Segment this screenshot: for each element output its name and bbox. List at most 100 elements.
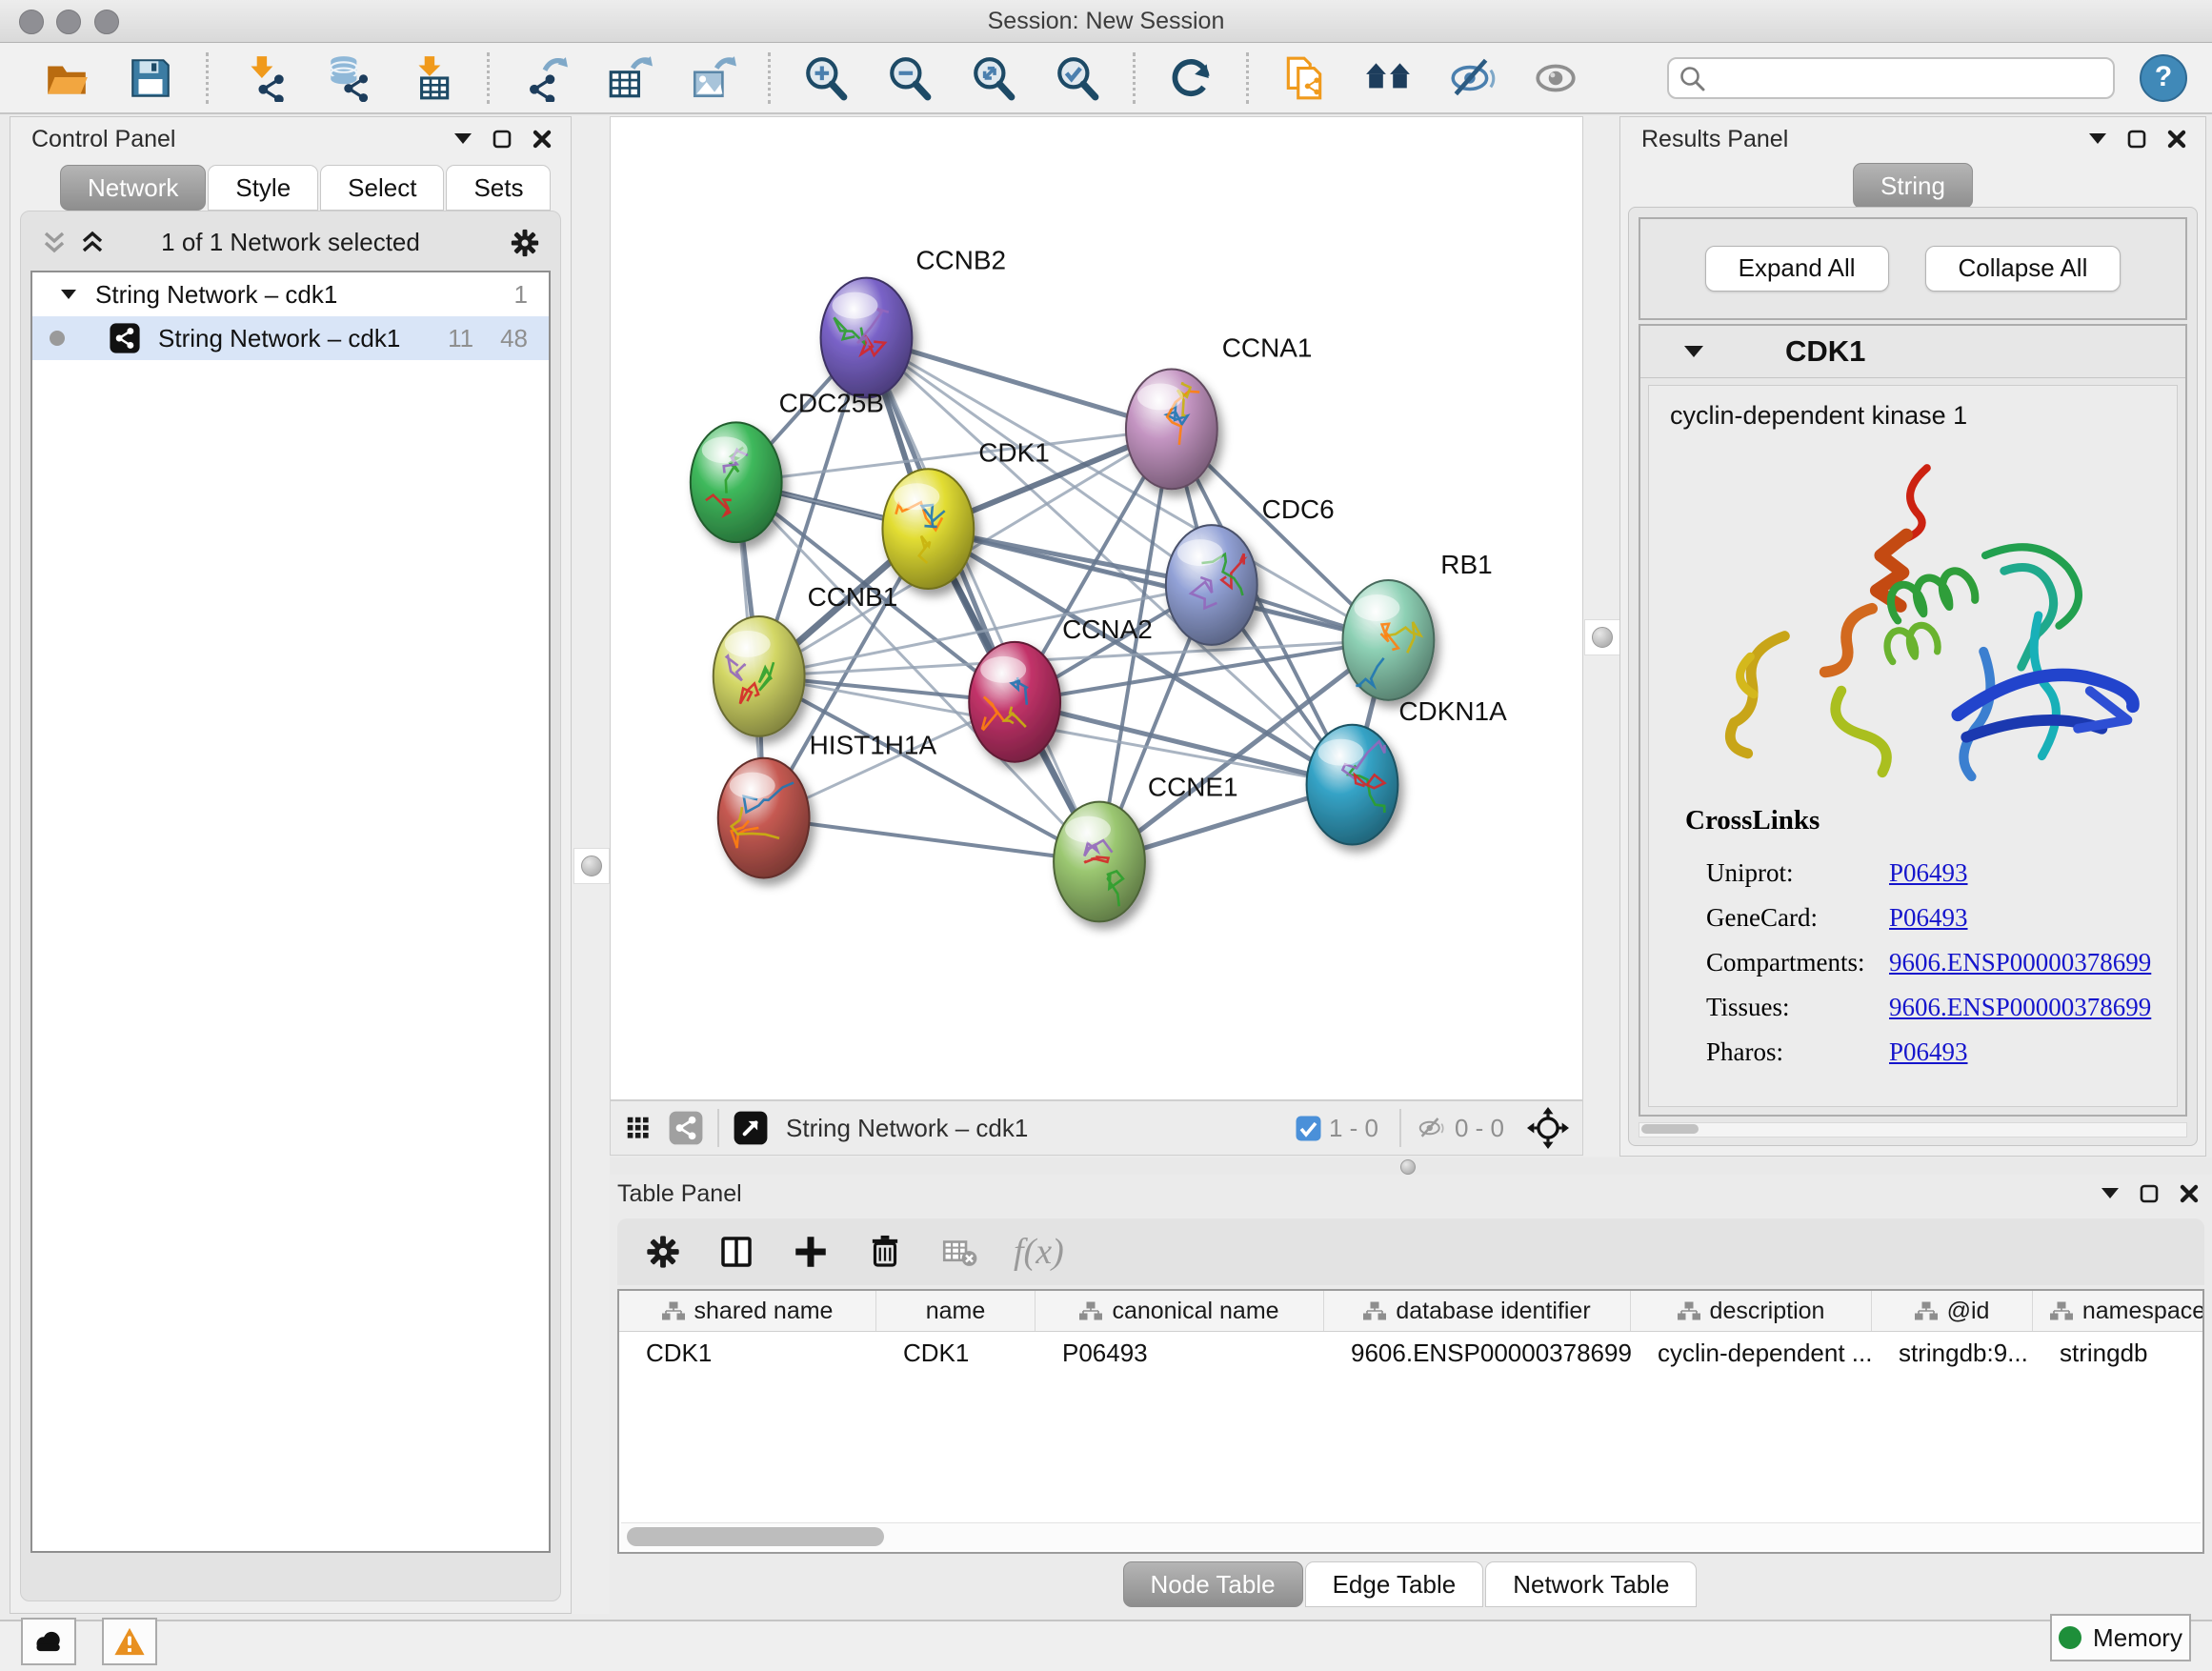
network-badge-icon[interactable] [668, 1110, 704, 1146]
network-node[interactable] [1054, 802, 1145, 922]
panel-close-icon[interactable] [2180, 1184, 2199, 1203]
panel-close-icon[interactable] [533, 130, 552, 149]
table-row[interactable]: CDK1CDK1P064939606.ENSP00000378699cyclin… [619, 1332, 2202, 1374]
open-in-window-icon[interactable] [733, 1110, 769, 1146]
network-node[interactable] [714, 616, 805, 736]
network-canvas[interactable]: CCNB2CCNA1CDC25BCDK1CDC6RB1CCNB1CCNA2CDK… [610, 116, 1583, 1100]
birds-eye-view-icon[interactable] [624, 1114, 653, 1142]
open-session-icon[interactable] [43, 54, 90, 102]
apply-layout-icon[interactable] [1167, 54, 1215, 102]
network-edge[interactable] [764, 818, 1099, 862]
table-cell[interactable]: CDK1 [876, 1332, 1036, 1374]
crosslink-link[interactable]: 9606.ENSP00000378699 [1889, 948, 2151, 977]
clone-network-icon[interactable] [1280, 54, 1328, 102]
export-network-icon[interactable] [521, 54, 569, 102]
show-all-icon[interactable] [1532, 54, 1579, 102]
tab-node-table[interactable]: Node Table [1123, 1561, 1303, 1607]
help-button[interactable]: ? [2140, 54, 2187, 102]
tab-network[interactable]: Network [60, 165, 206, 211]
network-node[interactable] [1126, 369, 1217, 489]
table-cell[interactable]: stringdb [2033, 1332, 2204, 1374]
panel-collapse-icon[interactable] [2101, 1188, 2119, 1199]
table-cell[interactable]: P06493 [1036, 1332, 1324, 1374]
tab-style[interactable]: Style [208, 165, 318, 211]
table-horizontal-scrollbar[interactable] [621, 1522, 2201, 1550]
column-header-database-identifier[interactable]: database identifier [1324, 1291, 1631, 1331]
network-node[interactable] [691, 422, 782, 542]
results-scrollbar[interactable] [1639, 1122, 2187, 1137]
column-header-namespace[interactable]: namespace [2033, 1291, 2204, 1331]
tab-network-table[interactable]: Network Table [1485, 1561, 1697, 1607]
left-splitter-handle[interactable] [573, 848, 610, 884]
table-cell[interactable]: stringdb:9... [1872, 1332, 2033, 1374]
network-node[interactable] [1307, 725, 1398, 845]
bottom-splitter[interactable] [610, 1158, 2212, 1175]
panel-float-icon[interactable] [2127, 130, 2146, 149]
zoom-out-icon[interactable] [886, 54, 934, 102]
right-splitter-handle[interactable] [1584, 619, 1620, 655]
network-node[interactable] [1343, 580, 1435, 700]
memory-button[interactable]: Memory [2050, 1614, 2191, 1661]
import-network-icon[interactable] [240, 54, 288, 102]
create-column-icon[interactable] [791, 1232, 831, 1272]
column-header-canonical-name[interactable]: canonical name [1036, 1291, 1324, 1331]
column-header-name[interactable]: name [876, 1291, 1036, 1331]
expand-all-button[interactable]: Expand All [1705, 246, 1889, 292]
collapse-all-button[interactable]: Collapse All [1925, 246, 2122, 292]
crosslink-link[interactable]: P06493 [1889, 903, 1968, 933]
warnings-button[interactable] [102, 1618, 157, 1665]
network-node[interactable] [1166, 525, 1257, 645]
panel-float-icon[interactable] [2140, 1184, 2159, 1203]
search-input[interactable] [1667, 57, 2115, 99]
show-columns-icon[interactable] [716, 1232, 756, 1272]
network-node[interactable] [718, 758, 810, 878]
zoom-in-icon[interactable] [802, 54, 850, 102]
column-header-description[interactable]: description [1631, 1291, 1872, 1331]
cloud-button[interactable] [21, 1618, 76, 1665]
column-header--id[interactable]: @id [1872, 1291, 2033, 1331]
bottom-splitter-handle[interactable] [1400, 1159, 1416, 1175]
delete-column-icon[interactable] [865, 1232, 905, 1272]
column-header-shared-name[interactable]: shared name [619, 1291, 876, 1331]
right-splitter[interactable] [1583, 116, 1619, 1157]
crosslink-link[interactable]: P06493 [1889, 1037, 1968, 1067]
fit-content-crosshair-icon[interactable] [1527, 1107, 1569, 1149]
panel-close-icon[interactable] [2167, 130, 2186, 149]
zoom-fit-icon[interactable] [970, 54, 1017, 102]
network-node[interactable] [882, 469, 974, 589]
tab-sets[interactable]: Sets [446, 165, 551, 211]
left-splitter[interactable] [572, 116, 610, 1614]
network-collection-row[interactable]: String Network – cdk1 1 [32, 272, 549, 316]
hide-selected-icon[interactable] [1448, 54, 1496, 102]
first-neighbors-icon[interactable] [1364, 54, 1412, 102]
tab-edge-table[interactable]: Edge Table [1305, 1561, 1484, 1607]
gene-section-header[interactable]: CDK1 [1640, 326, 2185, 378]
section-expander-icon[interactable] [1684, 346, 1703, 358]
panel-collapse-icon[interactable] [2089, 133, 2106, 145]
export-table-icon[interactable] [605, 54, 653, 102]
save-session-icon[interactable] [127, 54, 174, 102]
table-options-gear-icon[interactable] [644, 1233, 682, 1271]
network-node[interactable] [969, 642, 1060, 762]
scrollbar-thumb[interactable] [627, 1527, 884, 1546]
table-cell[interactable]: CDK1 [619, 1332, 876, 1374]
network-edge[interactable] [866, 338, 1099, 862]
network-node[interactable] [821, 278, 913, 398]
crosslink-link[interactable]: 9606.ENSP00000378699 [1889, 993, 2151, 1022]
panel-collapse-icon[interactable] [454, 133, 472, 145]
delete-table-icon[interactable] [939, 1232, 979, 1272]
table-cell[interactable]: cyclin-dependent ... [1631, 1332, 1872, 1374]
crosslink-link[interactable]: P06493 [1889, 858, 1968, 888]
panel-float-icon[interactable] [493, 130, 512, 149]
zoom-selected-icon[interactable] [1054, 54, 1101, 102]
export-image-icon[interactable] [689, 54, 736, 102]
selected-checkbox-icon[interactable] [1296, 1116, 1321, 1141]
network-row[interactable]: String Network – cdk1 11 48 [32, 316, 549, 360]
table-cell[interactable]: 9606.ENSP00000378699 [1324, 1332, 1631, 1374]
tab-string[interactable]: String [1853, 163, 1973, 209]
tab-select[interactable]: Select [320, 165, 444, 211]
network-edge[interactable] [866, 338, 1171, 430]
import-table-icon[interactable] [408, 54, 455, 102]
gear-icon[interactable] [509, 227, 541, 259]
tree-expander-icon[interactable] [61, 290, 76, 300]
